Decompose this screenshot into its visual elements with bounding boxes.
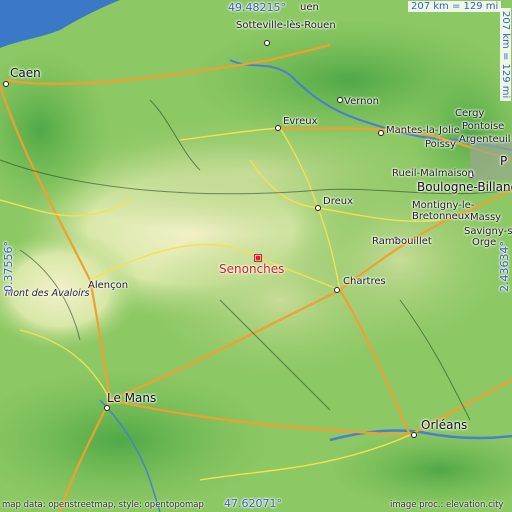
coord-right: 2.43634° [498,241,511,292]
vernon-dot [337,97,343,103]
city-le-mans[interactable]: Le Mans [107,392,156,404]
city-mont-des-avaloirs[interactable]: Mont des Avaloirs [5,288,90,299]
focus-place-label[interactable]: Senonches [219,262,284,276]
scale-vertical: 207 km = 129 mi [500,8,511,102]
city-mantes[interactable]: Mantes-la-Jolie [386,125,460,136]
city-argenteuil[interactable]: Argenteuil [459,134,511,145]
city-pontoise[interactable]: Pontoise [462,121,504,132]
city-rambouillet[interactable]: Rambouillet [372,236,432,247]
city-boulogne[interactable]: Boulogne-Billanc [417,181,512,193]
sotteville-dot [264,40,270,46]
senonches-marker-icon[interactable] [254,254,262,262]
lemans-dot [104,405,110,411]
city-sotteville[interactable]: Sotteville-lès-Rouen [236,20,336,31]
orleans-dot [411,432,417,438]
caen-dot [3,81,9,87]
city-orleans[interactable]: Orléans [421,419,467,431]
city-rueil[interactable]: Rueil-Malmaison [392,168,474,179]
map-view[interactable]: Caen uen Sotteville-lès-Rouen Vernon Evr… [0,0,512,512]
evreux-dot [275,125,281,131]
city-cergy[interactable]: Cergy [455,108,484,119]
city-caen[interactable]: Caen [10,67,41,79]
credit-map-data: map data: openstreetmap, style: opentopo… [2,500,204,510]
city-rouen[interactable]: uen [300,2,319,13]
city-montigny[interactable]: Montigny-le- Bretonneux [412,200,474,222]
city-massy[interactable]: Massy [470,212,501,223]
dreux-dot [315,205,321,211]
city-vernon[interactable]: Vernon [344,96,379,107]
coord-top: 49.48215° [228,1,286,14]
credit-image-proc: image proc.: elevation.city [390,500,504,510]
coord-bottom: 47.62071° [224,497,282,510]
city-evreux[interactable]: Evreux [283,116,318,127]
city-poissy[interactable]: Poissy [425,139,456,150]
city-chartres[interactable]: Chartres [343,276,386,287]
chartres-dot [334,287,340,293]
coord-left: -0.37556° [2,241,15,296]
city-dreux[interactable]: Dreux [323,196,353,207]
scale-horizontal: 207 km = 129 mi [408,1,502,12]
city-paris[interactable]: P [500,155,507,167]
city-alencon[interactable]: Alençon [88,280,128,291]
mantes-dot [378,130,384,136]
